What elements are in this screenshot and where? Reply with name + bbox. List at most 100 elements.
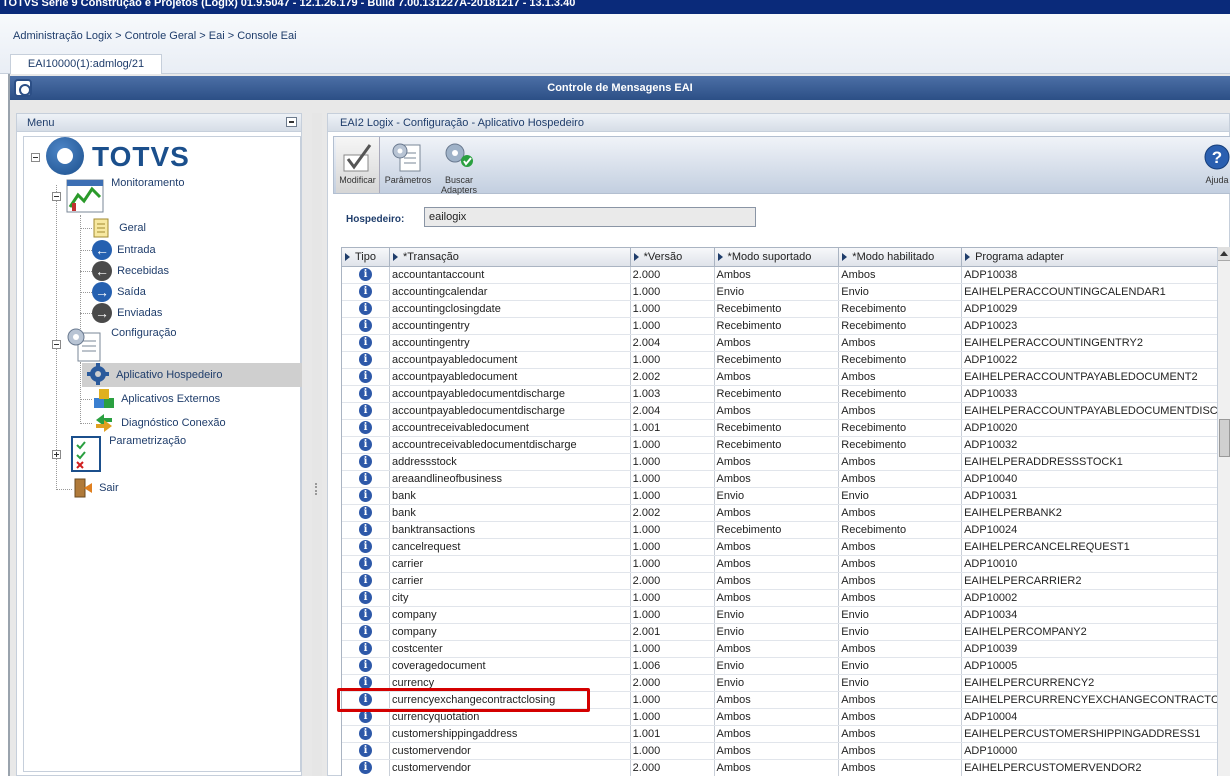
toolbar-label: Parâmetros [384, 175, 432, 185]
table-row[interactable]: i areaandlineofbusiness 1.000 Ambos Ambos ADP… [342, 470, 1220, 488]
table-row[interactable]: i carrier 2.000 Ambos Ambos EAIHELPERCARRIER2 [342, 572, 1220, 590]
menu-item-label: Recebidas [117, 264, 170, 277]
menu-item-label: Entrada [117, 243, 156, 256]
programa-adapter-cell: EAIHELPERCANCELREQUEST1 [961, 538, 1220, 556]
table-row[interactable]: i accountingcalendar 1.000 Envio Envio EAIHEL… [342, 283, 1220, 301]
menu-item-enviadas[interactable]: → Enviadas [92, 303, 162, 323]
versao-cell: 1.000 [630, 538, 715, 556]
table-row[interactable]: i accountingentry 1.000 Recebimento Recebime… [342, 317, 1220, 335]
menu-group-parametrizacao[interactable]: Parametrização [68, 435, 186, 473]
host-field[interactable] [424, 207, 756, 227]
table-row[interactable]: i accountreceivabledocument 1.001 Recebimen… [342, 419, 1220, 437]
scroll-thumb[interactable] [1219, 419, 1230, 457]
transacao-cell: accountingentry [389, 334, 631, 352]
menu-group-configuracao[interactable]: Configuração [66, 327, 177, 363]
table-row[interactable]: i city 1.000 Ambos Ambos ADP10002 [342, 589, 1220, 607]
table-row[interactable]: i costcenter 1.000 Ambos Ambos ADP10039 [342, 640, 1220, 658]
modo-habilitado-cell: Ambos [838, 470, 963, 488]
info-icon: i [358, 302, 372, 315]
table-row[interactable]: i company 1.000 Envio Envio ADP10034 [342, 606, 1220, 624]
modo-habilitado-cell: Ambos [838, 538, 963, 556]
menu-item-aplicativo-hospedeiro[interactable]: Aplicativo Hospedeiro [82, 363, 302, 387]
menu-item-entrada[interactable]: ← Entrada [92, 240, 156, 260]
scroll-up-button[interactable] [1218, 247, 1230, 261]
versao-cell: 1.000 [630, 589, 715, 607]
table-row[interactable]: i bank 1.000 Envio Envio ADP10031 [342, 487, 1220, 505]
table-row[interactable]: i accountreceivabledocumentdischarge 1.000… [342, 436, 1220, 454]
menu-item-saida[interactable]: → Saída [92, 282, 146, 302]
tree-collapse-monitoramento[interactable] [52, 192, 61, 201]
table-row[interactable]: i accountpayabledocument 2.002 Ambos Ambos EA… [342, 368, 1220, 386]
host-label: Hospedeiro: [346, 214, 405, 225]
table-row[interactable]: i customervendor 2.000 Ambos Ambos EAIHELPERC… [342, 759, 1220, 776]
versao-cell: 1.000 [630, 640, 715, 658]
tree-collapse-root[interactable] [31, 153, 40, 162]
versao-cell: 1.001 [630, 419, 715, 437]
tipo-cell: i [342, 606, 390, 624]
column-header-tipo[interactable]: Tipo [342, 248, 390, 267]
grid-vertical-scrollbar[interactable] [1217, 247, 1230, 776]
breadcrumb-item[interactable]: Controle Geral [125, 30, 197, 42]
info-icon: i [358, 455, 372, 468]
table-row[interactable]: i accountpayabledocument 1.000 Recebimento R… [342, 351, 1220, 369]
menu-item-geral[interactable]: Geral [92, 217, 146, 239]
breadcrumb: Administração Logix > Controle Geral > E… [13, 30, 297, 42]
column-header-modo-habilitado[interactable]: *Modo habilitado [838, 248, 963, 267]
tipo-cell: i [342, 351, 390, 369]
table-row[interactable]: i accountingentry 2.004 Ambos Ambos EAIHELPER… [342, 334, 1220, 352]
table-row[interactable]: i addressstock 1.000 Ambos Ambos EAIHELPERADD… [342, 453, 1220, 471]
table-row[interactable]: i coveragedocument 1.006 Envio Envio ADP10005 [342, 657, 1220, 675]
programa-adapter-cell: EAIHELPERCURRENCYEXCHANGECONTRACTC [961, 691, 1220, 709]
tipo-cell: i [342, 572, 390, 590]
programa-adapter-cell: ADP10039 [961, 640, 1220, 658]
session-tab[interactable]: EAI10000(1):admlog/21 [10, 54, 162, 74]
menu-item-diagnostico-conexao[interactable]: Diagnóstico Conexão [92, 412, 226, 434]
column-header-transacao[interactable]: *Transação [389, 248, 631, 267]
programa-adapter-cell: ADP10032 [961, 436, 1220, 454]
menu-item-recebidas[interactable]: ← Recebidas [92, 261, 169, 281]
breadcrumb-item[interactable]: Eai [209, 30, 225, 42]
table-row[interactable]: i company 2.001 Envio Envio EAIHELPERCOMPANY2 [342, 623, 1220, 641]
menu-item-label: Geral [119, 221, 146, 234]
column-header-programa-adapter[interactable]: Programa adapter [961, 248, 1220, 267]
totvs-logo-icon [46, 137, 84, 175]
table-row[interactable]: i carrier 1.000 Ambos Ambos ADP10010 [342, 555, 1220, 573]
column-header-versao[interactable]: *Versão [630, 248, 715, 267]
table-row[interactable]: i customershippingaddress 1.001 Ambos Ambos E… [342, 725, 1220, 743]
buscar-adapters-button[interactable]: Buscar Adapters [436, 137, 482, 195]
versao-cell: 2.000 [630, 674, 715, 692]
programa-adapter-cell: EAIHELPERACCOUNTPAYABLEDOCUMENT2 [961, 368, 1220, 386]
window-titlebar: TOTVS Série 9 Construção e Projetos (Log… [0, 0, 1230, 14]
breadcrumb-item[interactable]: Console Eai [237, 30, 296, 42]
minimize-menu-button[interactable] [286, 117, 297, 127]
table-row[interactable]: i customervendor 1.000 Ambos Ambos ADP10000 [342, 742, 1220, 760]
menu-item-aplicativos-externos[interactable]: Aplicativos Externos [92, 388, 220, 410]
ajuda-button[interactable]: ? Ajuda [1202, 137, 1230, 185]
menu-tree: TOTVS Monitoramento Geral ← Entrada ← Re… [23, 136, 302, 772]
info-icon: i [358, 285, 372, 298]
menu-item-sair[interactable]: Sair [72, 477, 119, 499]
table-row[interactable]: i bank 2.002 Ambos Ambos EAIHELPERBANK2 [342, 504, 1220, 522]
table-row[interactable]: i accountpayabledocumentdischarge 1.003 Rec… [342, 385, 1220, 403]
breadcrumb-item[interactable]: Administração Logix [13, 30, 112, 42]
tree-expand-parametrizacao[interactable] [52, 450, 61, 459]
programa-adapter-cell: EAIHELPERACCOUNTPAYABLEDOCUMENTDISC [961, 402, 1220, 420]
table-row[interactable]: i accountantaccount 2.000 Ambos Ambos ADP1003… [342, 266, 1220, 284]
transacao-cell: banktransactions [389, 521, 631, 539]
column-header-modo-suportado[interactable]: *Modo suportado [714, 248, 840, 267]
modificar-button[interactable]: Modificar [336, 137, 380, 193]
tree-collapse-configuracao[interactable] [52, 340, 61, 349]
panel-splitter[interactable] [312, 113, 322, 776]
tipo-cell: i [342, 487, 390, 505]
table-row[interactable]: i accountingclosingdate 1.000 Recebimento Re… [342, 300, 1220, 318]
modo-habilitado-cell: Envio [838, 283, 963, 301]
table-row[interactable]: i cancelrequest 1.000 Ambos Ambos EAIHELPERCA… [342, 538, 1220, 556]
table-row[interactable]: i accountpayabledocumentdischarge 2.004 Amb… [342, 402, 1220, 420]
menu-group-monitoramento[interactable]: Monitoramento [66, 177, 184, 215]
parametros-button[interactable]: Parâmetros [382, 137, 434, 185]
info-icon: i [358, 523, 372, 536]
menu-item-label: Sair [99, 481, 119, 494]
modo-suportado-cell: Recebimento [714, 351, 840, 369]
table-row[interactable]: i banktransactions 1.000 Recebimento Recebim… [342, 521, 1220, 539]
versao-cell: 1.000 [630, 521, 715, 539]
